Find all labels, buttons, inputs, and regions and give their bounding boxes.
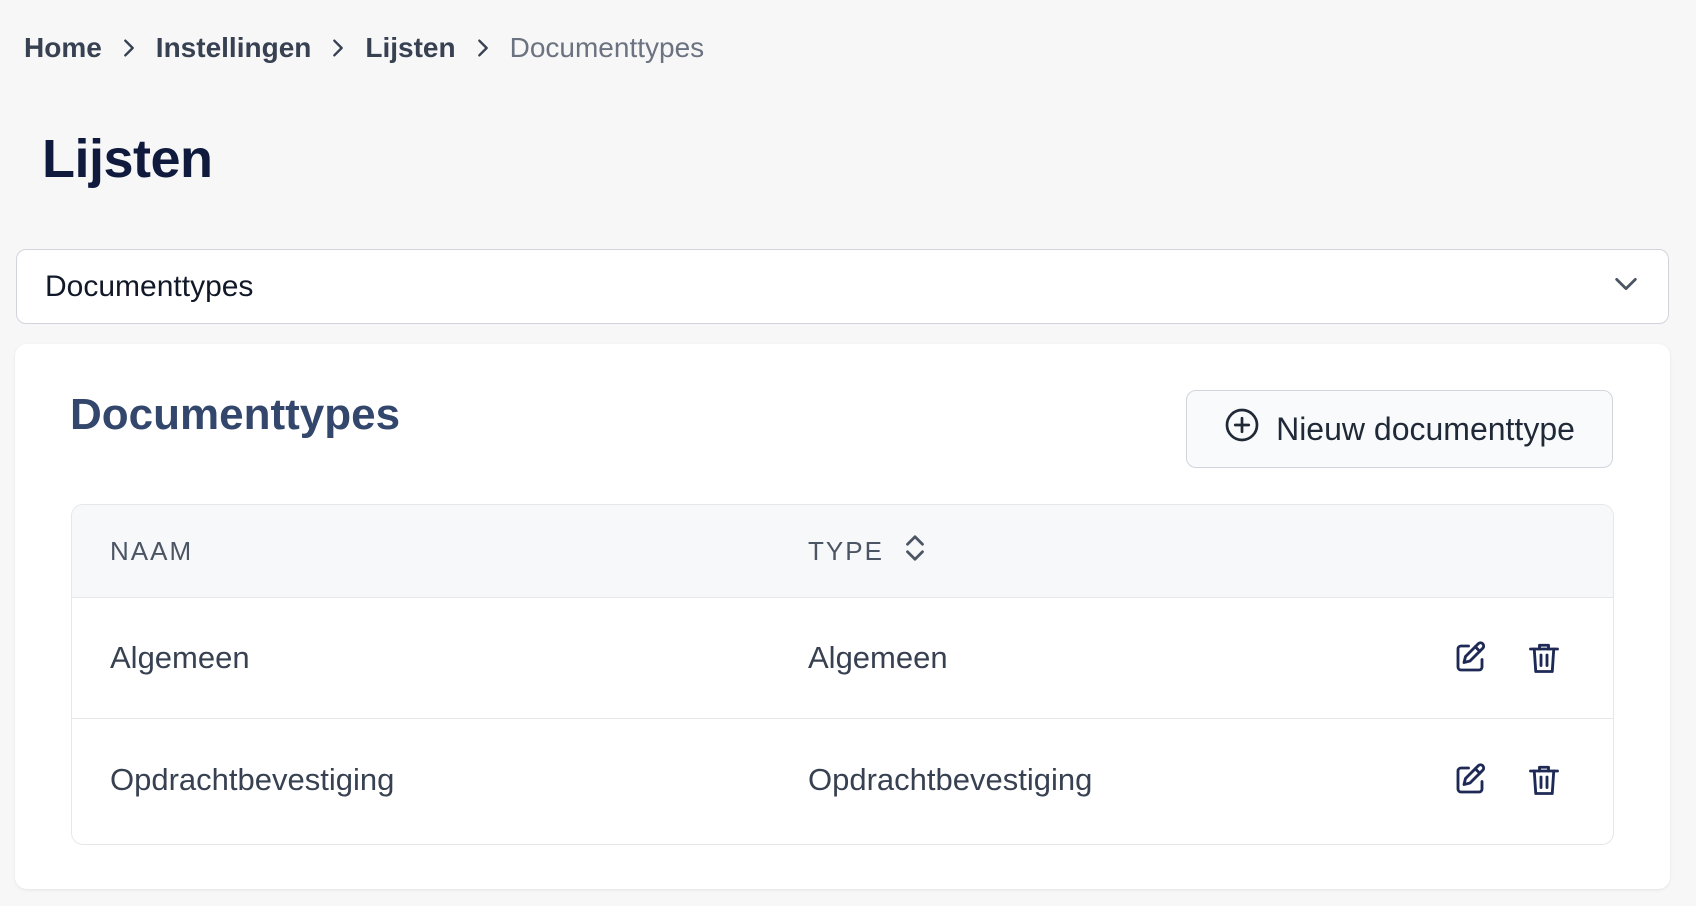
row-actions bbox=[1452, 640, 1562, 676]
list-type-select[interactable]: Documenttypes bbox=[16, 249, 1669, 324]
plus-circle-icon bbox=[1224, 407, 1260, 451]
chevron-right-icon bbox=[102, 37, 156, 59]
chevron-right-icon bbox=[456, 37, 510, 59]
documenttypes-table: NAAM TYPE Algemeen Algemeen Opdrachtbeve… bbox=[71, 504, 1614, 845]
cell-type: Algemeen bbox=[808, 640, 948, 675]
sort-icon[interactable] bbox=[902, 533, 928, 570]
table-row: Algemeen Algemeen bbox=[72, 598, 1613, 719]
edit-icon[interactable] bbox=[1452, 762, 1488, 798]
chevron-down-icon bbox=[1612, 270, 1640, 303]
page: Home Instellingen Lijsten Documenttypes … bbox=[0, 0, 1696, 906]
column-header-type-label: TYPE bbox=[808, 535, 884, 566]
breadcrumb: Home Instellingen Lijsten Documenttypes bbox=[24, 28, 704, 68]
trash-icon[interactable] bbox=[1526, 640, 1562, 676]
column-header-naam: NAAM bbox=[110, 536, 193, 567]
cell-type: Opdrachtbevestiging bbox=[808, 761, 1093, 797]
new-documenttype-label: Nieuw documenttype bbox=[1276, 410, 1575, 447]
breadcrumb-home[interactable]: Home bbox=[24, 32, 102, 64]
table-row: Opdrachtbevestiging Opdrachtbevestiging bbox=[72, 719, 1613, 840]
chevron-right-icon bbox=[311, 37, 365, 59]
list-type-select-value: Documenttypes bbox=[45, 269, 254, 303]
new-documenttype-button[interactable]: Nieuw documenttype bbox=[1186, 390, 1613, 468]
breadcrumb-current: Documenttypes bbox=[509, 32, 705, 63]
column-header-type[interactable]: TYPE bbox=[808, 533, 928, 570]
column-header-naam-label: NAAM bbox=[110, 535, 194, 566]
page-title: Lijsten bbox=[42, 129, 213, 189]
cell-naam: Algemeen bbox=[110, 640, 250, 675]
breadcrumb-instellingen[interactable]: Instellingen bbox=[156, 32, 312, 64]
cell-naam: Opdrachtbevestiging bbox=[110, 761, 395, 797]
breadcrumb-lijsten[interactable]: Lijsten bbox=[365, 32, 455, 64]
documenttypes-card: Documenttypes Nieuw documenttype NAAM TY… bbox=[15, 344, 1670, 889]
row-actions bbox=[1452, 762, 1562, 798]
card-title: Documenttypes bbox=[70, 390, 401, 439]
trash-icon[interactable] bbox=[1526, 762, 1562, 798]
table-header: NAAM TYPE bbox=[72, 505, 1613, 598]
edit-icon[interactable] bbox=[1452, 640, 1488, 676]
